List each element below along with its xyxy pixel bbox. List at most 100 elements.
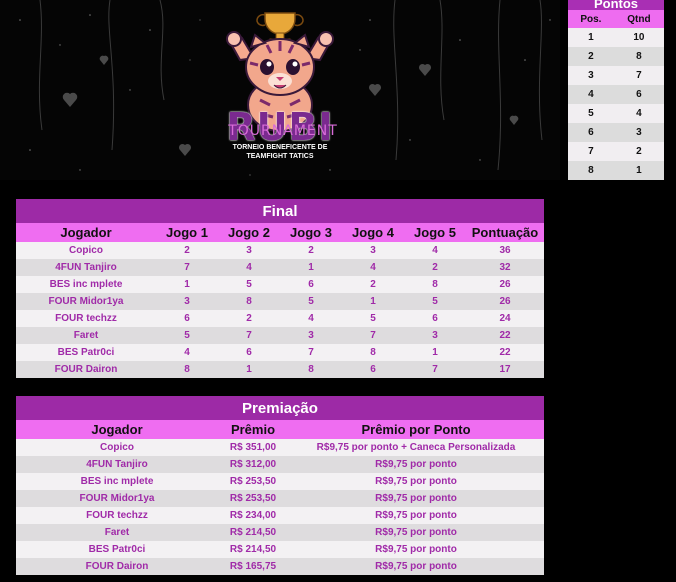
final-row-cell: 7 bbox=[218, 327, 280, 344]
final-row-cell: Copico bbox=[16, 242, 156, 259]
pontos-row-cell: 1 bbox=[613, 161, 664, 180]
final-row: 4FUN Tanjiro 7 4 1 4 2 32 bbox=[16, 259, 544, 276]
premiacao-row-cell: FOUR Dairon bbox=[16, 558, 218, 575]
premiacao-row-cell: R$9,75 por ponto bbox=[288, 524, 544, 541]
premiacao-row: FOUR Dairon R$ 165,75 R$9,75 por ponto bbox=[16, 558, 544, 575]
logo-caption: TORNEIO BENEFICENTE DE TEAMFIGHT TATICS bbox=[210, 143, 350, 161]
final-header-cell: Jogo 1 bbox=[156, 223, 218, 242]
final-row-cell: 1 bbox=[218, 361, 280, 378]
final-header-cell: Pontuação bbox=[466, 223, 544, 242]
premiacao-row-cell: R$ 312,00 bbox=[218, 456, 288, 473]
final-row-cell: 7 bbox=[280, 344, 342, 361]
final-row: Faret 5 7 3 7 3 22 bbox=[16, 327, 544, 344]
premiacao-row-cell: R$ 253,50 bbox=[218, 473, 288, 490]
pontos-header-pos: Pos. bbox=[568, 10, 614, 28]
pontos-row: 72 bbox=[568, 142, 664, 161]
premiacao-row-cell: 4FUN Tanjiro bbox=[16, 456, 218, 473]
pontos-row-cell: 2 bbox=[568, 47, 614, 66]
premiacao-row: BES inc mplete R$ 253,50 R$9,75 por ponto bbox=[16, 473, 544, 490]
final-row-cell: 22 bbox=[466, 344, 544, 361]
pontos-title: Pontos bbox=[593, 0, 639, 11]
final-table: Final Jogador Jogo 1 Jogo 2 Jogo 3 Jogo 4 Jog… bbox=[16, 199, 544, 378]
final-row-cell: 3 bbox=[342, 242, 404, 259]
final-row-cell: 2 bbox=[280, 242, 342, 259]
final-row-cell: 32 bbox=[466, 259, 544, 276]
final-header-cell: Jogo 3 bbox=[280, 223, 342, 242]
final-row-cell: 6 bbox=[218, 344, 280, 361]
final-row-cell: 26 bbox=[466, 293, 544, 310]
final-row-cell: 5 bbox=[280, 293, 342, 310]
final-row-cell: 4 bbox=[280, 310, 342, 327]
pontos-row: 63 bbox=[568, 123, 664, 142]
premiacao-row-cell: BES inc mplete bbox=[16, 473, 218, 490]
final-row-cell: 3 bbox=[156, 293, 218, 310]
pontos-row-cell: 4 bbox=[613, 104, 664, 123]
premiacao-row-cell: FOUR Midor1ya bbox=[16, 490, 218, 507]
pontos-row-cell: 6 bbox=[568, 123, 614, 142]
pontos-row: 1 10 bbox=[568, 28, 664, 47]
final-row-cell: 4FUN Tanjiro bbox=[16, 259, 156, 276]
premiacao-row-cell: R$9,75 por ponto bbox=[288, 507, 544, 524]
final-row-cell: 2 bbox=[404, 259, 466, 276]
premiacao-row-cell: R$9,75 por ponto bbox=[288, 541, 544, 558]
premiacao-header-cell: Prêmio bbox=[218, 420, 288, 439]
final-row: BES inc mplete 1 5 6 2 8 26 bbox=[16, 276, 544, 293]
final-row-cell: 2 bbox=[156, 242, 218, 259]
pontos-row: 37 bbox=[568, 66, 664, 85]
final-row-cell: 8 bbox=[404, 276, 466, 293]
final-row-cell: 8 bbox=[156, 361, 218, 378]
final-row-cell: 8 bbox=[280, 361, 342, 378]
final-row-cell: FOUR Midor1ya bbox=[16, 293, 156, 310]
final-row-cell: 2 bbox=[218, 310, 280, 327]
rubi-tournament-logo: RUBI TOURNAMENT TORNEIO BENEFICENTE DE T… bbox=[205, 5, 355, 175]
final-row-cell: 4 bbox=[156, 344, 218, 361]
premiacao-row-cell: R$ 253,50 bbox=[218, 490, 288, 507]
final-row-cell: 1 bbox=[156, 276, 218, 293]
final-row-cell: 5 bbox=[404, 293, 466, 310]
final-row-cell: 6 bbox=[342, 361, 404, 378]
premiacao-row: BES Patr0ci R$ 214,50 R$9,75 por ponto bbox=[16, 541, 544, 558]
final-row-cell: 7 bbox=[342, 327, 404, 344]
pontos-row-cell: 7 bbox=[568, 142, 614, 161]
final-header-cell: Jogador bbox=[16, 223, 156, 242]
premiacao-row: 4FUN Tanjiro R$ 312,00 R$9,75 por ponto bbox=[16, 456, 544, 473]
final-row-cell: 1 bbox=[404, 344, 466, 361]
final-row: FOUR techzz 6 2 4 5 6 24 bbox=[16, 310, 544, 327]
pontos-row-cell: 6 bbox=[613, 85, 664, 104]
final-header-cell: Jogo 4 bbox=[342, 223, 404, 242]
final-row-cell: 6 bbox=[280, 276, 342, 293]
premiacao-title: Premiação bbox=[16, 396, 544, 420]
final-row-cell: Faret bbox=[16, 327, 156, 344]
final-title: Final bbox=[16, 199, 544, 223]
pontos-row-cell: 3 bbox=[568, 66, 614, 85]
pontos-row: 46 bbox=[568, 85, 664, 104]
final-row: Copico 2 3 2 3 4 36 bbox=[16, 242, 544, 259]
final-row: FOUR Midor1ya 3 8 5 1 5 26 bbox=[16, 293, 544, 310]
final-row-cell: 4 bbox=[218, 259, 280, 276]
pontos-row: 81 bbox=[568, 161, 664, 180]
premiacao-row-cell: Faret bbox=[16, 524, 218, 541]
premiacao-row: FOUR Midor1ya R$ 253,50 R$9,75 por ponto bbox=[16, 490, 544, 507]
premiacao-row-cell: R$ 165,75 bbox=[218, 558, 288, 575]
final-row-cell: 6 bbox=[156, 310, 218, 327]
final-row-cell: 2 bbox=[342, 276, 404, 293]
banner: RUBI TOURNAMENT TORNEIO BENEFICENTE DE T… bbox=[0, 0, 560, 180]
premiacao-table: Premiação Jogador Prêmio Prêmio por Ponto … bbox=[16, 396, 544, 575]
final-row-cell: 8 bbox=[342, 344, 404, 361]
final-row-cell: 1 bbox=[280, 259, 342, 276]
final-row-cell: 4 bbox=[404, 242, 466, 259]
premiacao-row-cell: BES Patr0ci bbox=[16, 541, 218, 558]
final-row: BES Patr0ci 4 6 7 8 1 22 bbox=[16, 344, 544, 361]
pontos-table: Pontos Pos. Qtnd 1 10 2 8 3 7 4 6 5 4 6 3 7 2 8 1 bbox=[568, 0, 664, 180]
final-row-cell: 4 bbox=[342, 259, 404, 276]
final-row-cell: BES Patr0ci bbox=[16, 344, 156, 361]
premiacao-row-cell: R$9,75 por ponto bbox=[288, 473, 544, 490]
pontos-header-qtnd: Qtnd bbox=[613, 10, 664, 28]
premiacao-row: Faret R$ 214,50 R$9,75 por ponto bbox=[16, 524, 544, 541]
pontos-row-cell: 8 bbox=[613, 47, 664, 66]
final-row-cell: 1 bbox=[342, 293, 404, 310]
final-header-cell: Jogo 5 bbox=[404, 223, 466, 242]
pontos-row: 54 bbox=[568, 104, 664, 123]
pontos-row-cell: 5 bbox=[568, 104, 614, 123]
final-row-cell: 8 bbox=[218, 293, 280, 310]
